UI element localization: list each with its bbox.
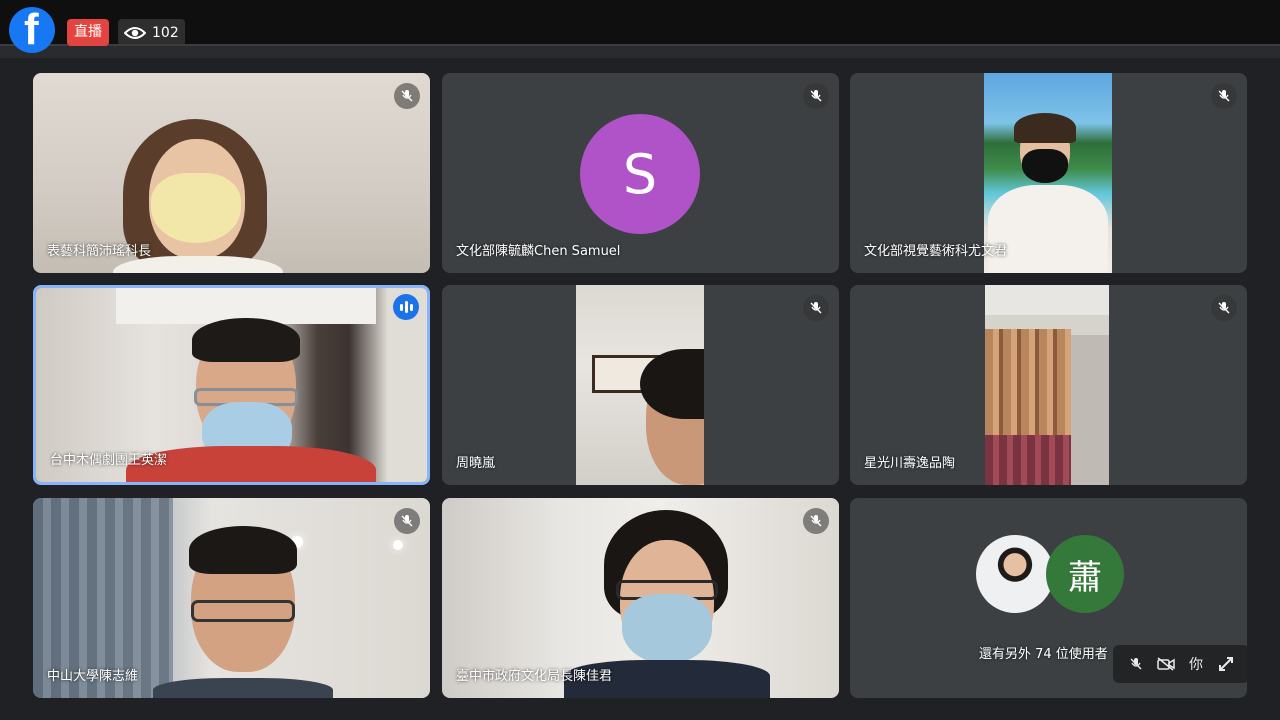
avatar-letter: 蕭 [1068,557,1102,598]
participant-name: 台中木偶劇團王英潔 [50,453,168,468]
mic-off-icon [394,83,420,109]
mic-off-icon [394,508,420,534]
participant-video [576,285,704,485]
top-divider [0,44,1280,58]
eye-icon [124,26,146,39]
participant-name: 文化部視覺藝術科尤文君 [864,244,1008,259]
mic-off-icon [1211,295,1237,321]
self-view-controls: 你 [1113,645,1249,683]
participant-tile[interactable]: S 文化部陳毓麟Chen Samuel [442,73,839,273]
participant-tile[interactable]: 中山大學陳志維 [33,498,430,698]
participant-tile-active[interactable]: 台中木偶劇團王英潔 [33,285,430,485]
mic-off-icon [803,83,829,109]
participant-name: 表藝科簡沛瑤科長 [47,244,152,259]
participant-tile[interactable]: 文化部視覺藝術科尤文君 [850,73,1247,273]
camera-off-icon[interactable] [1155,653,1177,675]
mic-off-icon [1211,83,1237,109]
participant-tile[interactable]: 星光川壽逸品陶 [850,285,1247,485]
participant-name: 文化部陳毓麟Chen Samuel [456,244,621,259]
self-label: 你 [1189,657,1203,673]
participant-video [985,285,1109,485]
expand-icon[interactable] [1215,653,1237,675]
participant-name: 中山大學陳志維 [47,669,139,684]
participant-tile[interactable]: 臺中市政府文化局長陳佳君 [442,498,839,698]
participant-video [153,526,333,698]
participant-name: 星光川壽逸品陶 [864,456,956,471]
mic-off-icon[interactable] [1125,653,1147,675]
viewer-count: 102 [152,24,179,41]
participant-name: 周曉嵐 [456,456,496,471]
participant-tile[interactable]: 表藝科簡沛瑤科長 [33,73,430,273]
live-badge: 直播 [67,19,109,46]
facebook-logo-letter: f [24,5,39,54]
avatar: 蕭 [1046,535,1124,613]
avatar: S [580,114,700,234]
viewer-count-badge: 102 [118,19,185,46]
participant-video [564,510,770,698]
avatar-letter: S [622,142,658,206]
participant-name: 臺中市政府文化局長陳佳君 [456,669,613,684]
participant-photo-avatar [976,535,1054,613]
mic-off-icon [803,508,829,534]
mic-off-icon [803,295,829,321]
other-participants-label: 還有另外 74 位使用者 [979,647,1108,662]
participant-tile[interactable]: 周曉嵐 [442,285,839,485]
facebook-logo-icon: f [9,5,55,54]
ceiling-light [393,540,403,550]
speaking-indicator-icon [393,294,419,320]
participant-video [126,318,376,482]
